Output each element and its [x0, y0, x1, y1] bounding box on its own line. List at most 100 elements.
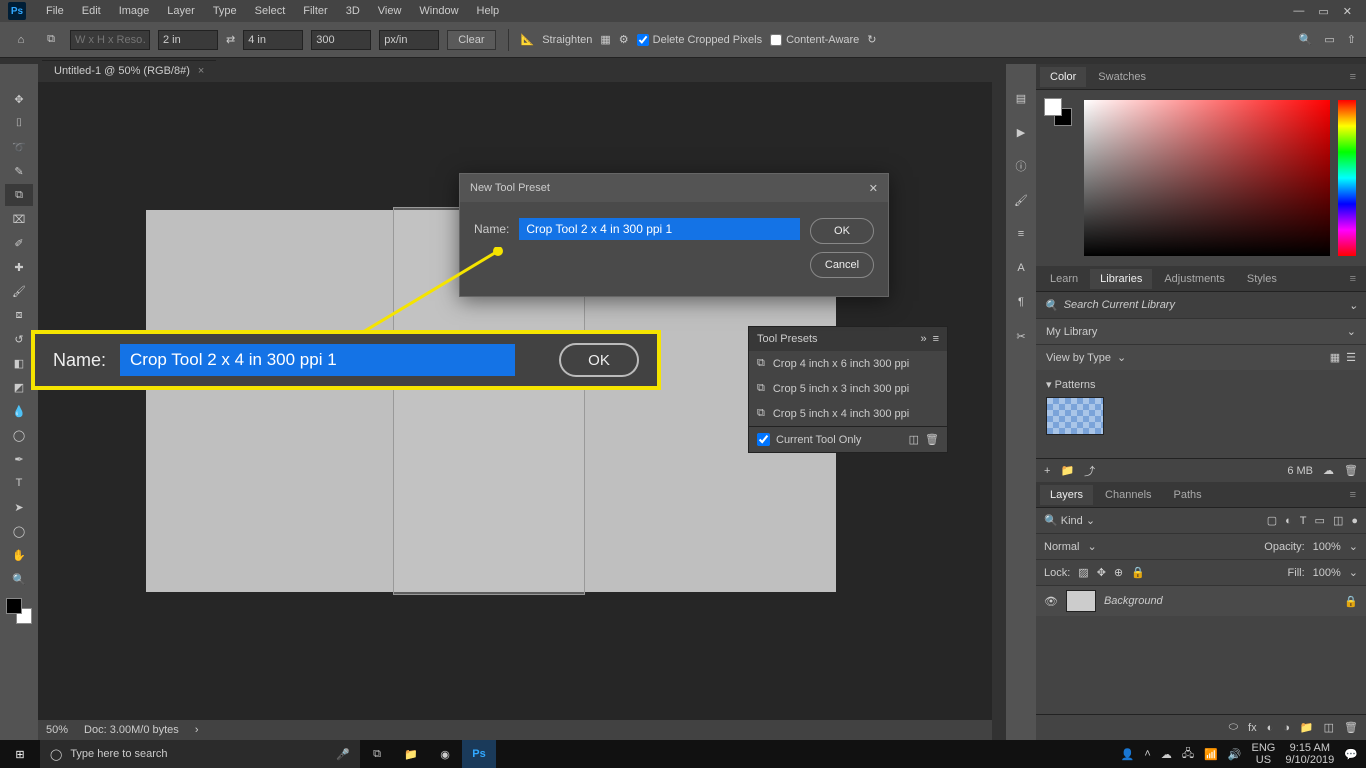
section-patterns[interactable]: ▾ Patterns	[1046, 378, 1356, 391]
menu-image[interactable]: Image	[111, 2, 158, 20]
cancel-button[interactable]: Cancel	[810, 252, 874, 278]
panel-menu-icon[interactable]: ≡	[1344, 489, 1362, 501]
tab-paths[interactable]: Paths	[1164, 485, 1212, 505]
grid-view-icon[interactable]: ▦	[1330, 351, 1340, 364]
maximize-icon[interactable]: ▭	[1318, 5, 1328, 18]
pen-tool-icon[interactable]: ✒	[5, 448, 33, 470]
pattern-swatch[interactable]	[1046, 397, 1104, 435]
visibility-icon[interactable]: 👁	[1044, 595, 1058, 608]
reset-icon[interactable]: ↻	[867, 33, 876, 46]
fx-icon[interactable]: fx	[1248, 722, 1257, 734]
crop-tool-icon[interactable]: ⧉	[40, 29, 62, 51]
filter-toggle[interactable]: ●	[1351, 515, 1358, 527]
history-brush-icon[interactable]: ↺	[5, 328, 33, 350]
group-icon[interactable]: 📁	[1300, 721, 1314, 734]
filter-kind[interactable]: 🔍 Kind ⌄	[1044, 514, 1095, 527]
trash-icon[interactable]: 🗑	[925, 433, 939, 446]
task-view-icon[interactable]: ⧉	[360, 740, 394, 768]
resolution-unit[interactable]	[379, 30, 439, 50]
home-icon[interactable]: ⌂	[10, 29, 32, 51]
share-icon[interactable]: ⇧	[1347, 33, 1356, 46]
trash-icon[interactable]: 🗑	[1344, 464, 1358, 477]
callout-ok-button[interactable]: OK	[559, 343, 639, 377]
healing-tool-icon[interactable]: ✚	[5, 256, 33, 278]
workspace-icon[interactable]: ▭	[1324, 33, 1334, 46]
quick-select-tool-icon[interactable]: ✎	[5, 160, 33, 182]
mask-icon[interactable]: ◐	[1267, 722, 1274, 734]
ratio-preset-select[interactable]	[70, 30, 150, 50]
library-search[interactable]: 🔍Search Current Library⌄	[1036, 292, 1366, 318]
tab-close-icon[interactable]: ×	[198, 65, 204, 77]
chrome-icon[interactable]: ◉	[428, 740, 462, 768]
foreground-background-swatch[interactable]	[6, 598, 32, 624]
lasso-tool-icon[interactable]: ➰	[5, 136, 33, 158]
filter-pixel-icon[interactable]: ▢	[1267, 514, 1277, 527]
lock-pixels-icon[interactable]: ▨	[1078, 566, 1088, 579]
zoom-tool-icon[interactable]: 🔍	[5, 568, 33, 590]
menu-file[interactable]: File	[38, 2, 72, 20]
properties-panel-icon[interactable]: ⓘ	[1011, 156, 1031, 176]
frame-tool-icon[interactable]: ⌧	[5, 208, 33, 230]
tab-libraries[interactable]: Libraries	[1090, 269, 1152, 289]
panel-menu-icon[interactable]: ≡	[933, 333, 939, 345]
character-panel-icon[interactable]: A	[1011, 258, 1031, 278]
preset-name-input[interactable]	[519, 218, 800, 240]
tab-color[interactable]: Color	[1040, 67, 1086, 87]
lock-all-icon[interactable]: 🔒	[1131, 566, 1145, 579]
close-icon[interactable]: ✕	[869, 182, 878, 195]
opacity-value[interactable]: 100%	[1313, 541, 1341, 553]
fill-value[interactable]: 100%	[1313, 567, 1341, 579]
tab-adjustments[interactable]: Adjustments	[1154, 269, 1235, 289]
straighten-icon[interactable]: 📐	[521, 33, 535, 46]
wifi-icon[interactable]: 📶	[1204, 748, 1218, 761]
file-explorer-icon[interactable]: 📁	[394, 740, 428, 768]
brush-tool-icon[interactable]: 🖌	[5, 280, 33, 302]
height-input[interactable]	[243, 30, 303, 50]
hand-tool-icon[interactable]: ✋	[5, 544, 33, 566]
preset-item[interactable]: ⧉Crop 5 inch x 4 inch 300 ppi	[749, 401, 947, 426]
gear-icon[interactable]: ⚙	[619, 33, 629, 46]
blend-mode-select[interactable]: Normal	[1044, 541, 1079, 553]
link-icon[interactable]: ⬭	[1229, 721, 1238, 734]
brushes-panel-icon[interactable]: 🖌	[1011, 190, 1031, 210]
zoom-level[interactable]: 50%	[46, 724, 68, 736]
photoshop-taskbar-icon[interactable]: Ps	[462, 740, 496, 768]
hue-slider[interactable]	[1338, 100, 1356, 256]
eraser-tool-icon[interactable]: ◧	[5, 352, 33, 374]
type-tool-icon[interactable]: T	[5, 472, 33, 494]
gradient-tool-icon[interactable]: ◩	[5, 376, 33, 398]
swap-icon[interactable]: ⇄	[226, 33, 235, 46]
delete-cropped-checkbox[interactable]: Delete Cropped Pixels	[637, 34, 762, 46]
content-aware-checkbox[interactable]: Content-Aware	[770, 34, 859, 46]
minimize-icon[interactable]: —	[1293, 5, 1304, 18]
status-chevron-icon[interactable]: ›	[195, 724, 199, 736]
paragraph-panel-icon[interactable]: ¶	[1011, 292, 1031, 312]
clock[interactable]: 9:15 AM9/10/2019	[1285, 742, 1334, 766]
tab-layers[interactable]: Layers	[1040, 485, 1093, 505]
mic-icon[interactable]: 🎤	[336, 748, 350, 761]
resolution-input[interactable]	[311, 30, 371, 50]
crop-tool-icon[interactable]: ⧉	[5, 184, 33, 206]
stamp-tool-icon[interactable]: ⧈	[5, 304, 33, 326]
tab-swatches[interactable]: Swatches	[1088, 67, 1156, 87]
shape-tool-icon[interactable]: ◯	[5, 520, 33, 542]
menu-type[interactable]: Type	[205, 2, 245, 20]
volume-icon[interactable]: 🔊	[1228, 748, 1242, 761]
folder-icon[interactable]: 📁	[1060, 464, 1074, 477]
onedrive-icon[interactable]: ☁	[1161, 748, 1172, 761]
marquee-tool-icon[interactable]: ⌷	[5, 112, 33, 134]
preset-item[interactable]: ⧉Crop 5 inch x 3 inch 300 ppi	[749, 376, 947, 401]
preset-item[interactable]: ⧉Crop 4 inch x 6 inch 300 ppi	[749, 351, 947, 376]
search-icon[interactable]: 🔍	[1299, 33, 1313, 46]
history-panel-icon[interactable]: ▤	[1011, 88, 1031, 108]
menu-filter[interactable]: Filter	[295, 2, 335, 20]
filter-smart-icon[interactable]: ◫	[1333, 514, 1343, 527]
adjustment-icon[interactable]: ◑	[1283, 722, 1290, 734]
path-select-icon[interactable]: ➤	[5, 496, 33, 518]
tab-channels[interactable]: Channels	[1095, 485, 1161, 505]
new-preset-icon[interactable]: ◫	[909, 433, 919, 446]
expand-icon[interactable]: »	[920, 333, 926, 345]
menu-window[interactable]: Window	[411, 2, 466, 20]
filter-adjust-icon[interactable]: ◐	[1285, 515, 1292, 527]
language-indicator[interactable]: ENGUS	[1252, 742, 1276, 766]
